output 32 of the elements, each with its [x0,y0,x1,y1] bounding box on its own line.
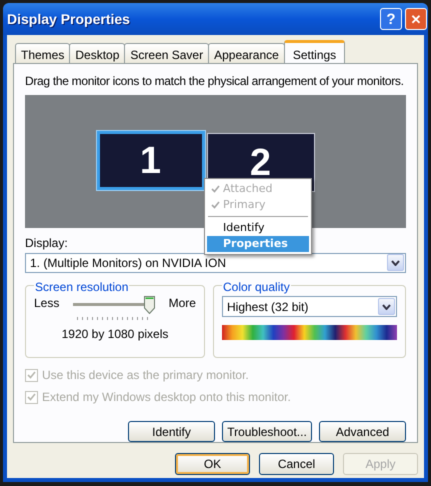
tab[interactable]: Settings [284,40,346,63]
monitor-number: 2 [250,144,272,182]
tab[interactable]: Screen Saver [124,43,210,63]
panel-button[interactable]: Advanced [319,421,406,442]
more-label: More [168,295,196,312]
tab[interactable]: Appearance [208,43,285,63]
tab[interactable]: Desktop [69,43,126,63]
slider-thumb[interactable] [144,296,155,314]
dropdown-button[interactable] [378,298,395,315]
close-button[interactable]: ✕ [405,8,427,30]
instruction-text: Drag the monitor icons to match the physical arrangement of your monitors. [25,73,405,90]
dialog-button[interactable]: Cancel [259,453,334,475]
less-label: Less [34,295,60,312]
tab[interactable]: Themes [15,43,70,63]
dropdown-button[interactable] [387,254,404,272]
menu-item-label: Primary [223,196,266,213]
help-button[interactable]: ? [380,8,402,30]
monitor-icon[interactable]: 1 [96,131,204,190]
checkbox-label: Use this device as the primary monitor. [42,367,249,384]
menu-item-label: Properties [223,236,288,252]
display-label: Display: [25,234,68,252]
panel-button[interactable]: Identify [128,421,215,442]
color-quality-dropdown[interactable]: Highest (32 bit) [222,296,397,317]
display-dropdown[interactable]: 1. (Multiple Monitors) on NVIDIA ION [25,252,406,273]
panel-button[interactable]: Troubleshoot... [222,421,312,442]
checkbox-label: Extend my Windows desktop onto this monitor. [42,389,291,406]
monitor-number: 1 [140,142,162,180]
resolution-reading: 1920 by 1080 pixels [60,326,170,343]
menu-item[interactable]: Identify [207,220,309,236]
window-title: Display Properties [7,10,131,29]
dialog-button[interactable]: OK [175,453,250,475]
menu-item-label: Identify [223,220,265,236]
